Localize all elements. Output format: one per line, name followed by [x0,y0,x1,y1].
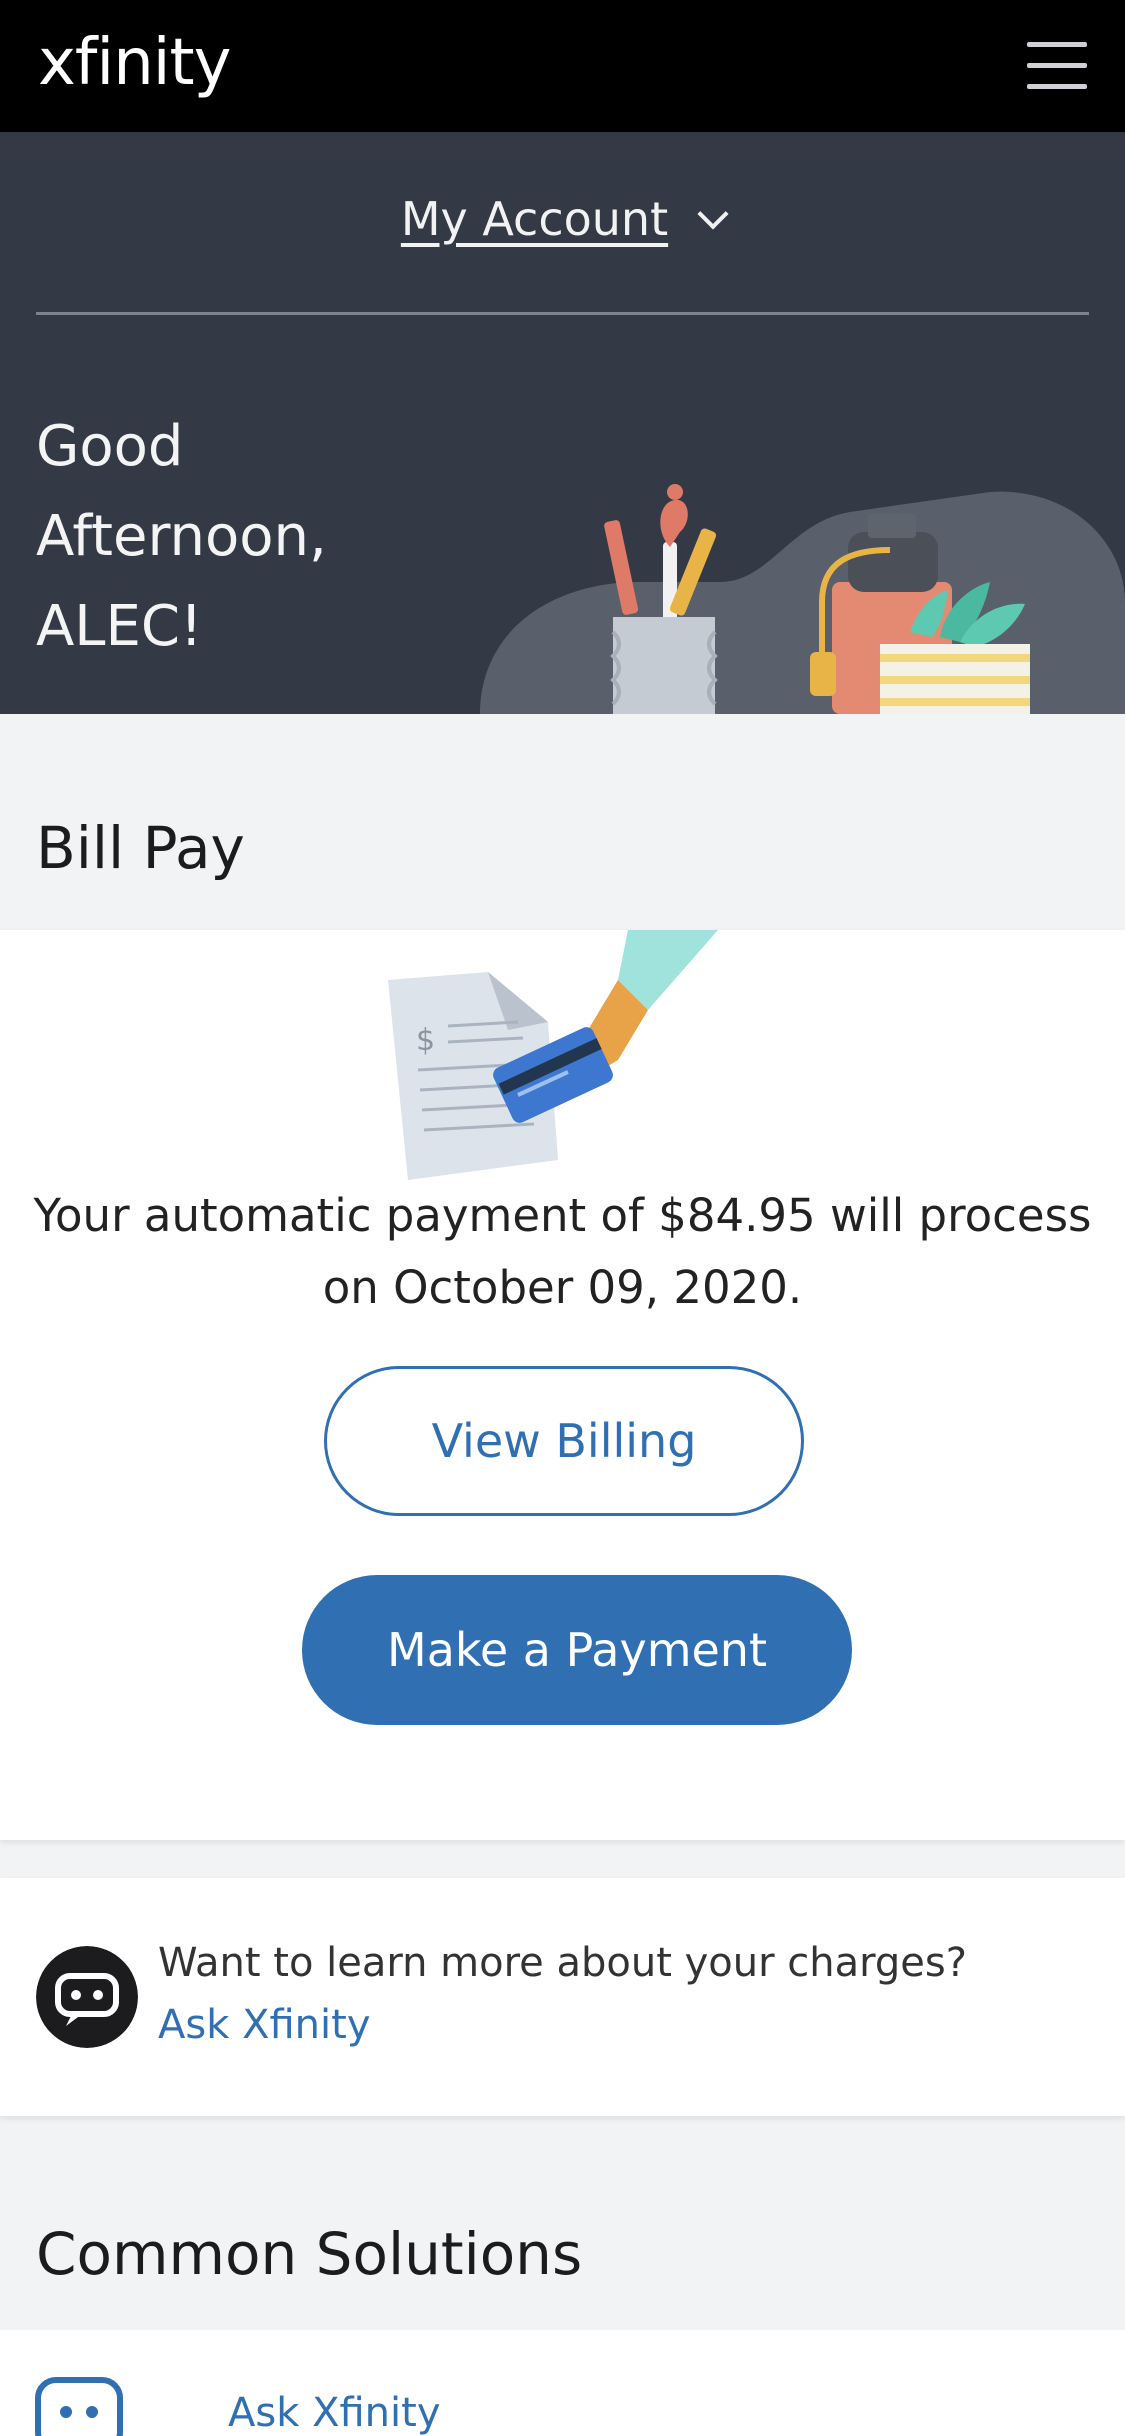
chat-bubble-icon [36,1946,138,2048]
dollar-sign-glyph: $ [416,1023,435,1058]
bill-pay-title: Bill Pay [36,814,245,882]
xfinity-logo[interactable]: xfinity [38,26,231,100]
charges-question: Want to learn more about your charges? [158,1940,967,1986]
chat-icon [35,2377,123,2436]
chevron-down-icon [697,198,729,230]
make-payment-button[interactable]: Make a Payment [302,1575,852,1725]
ask-xfinity-card: Want to learn more about your charges? A… [0,1878,1125,2116]
bill-pay-card: $ Your automatic payment of $84.95 will … [0,930,1125,1840]
common-solutions-list: Ask Xfinity [0,2330,1125,2436]
common-solutions-title: Common Solutions [36,2220,583,2288]
greeting-line-1: Good [36,414,184,479]
hamburger-menu-icon[interactable] [1027,42,1087,90]
payment-illustration: $ [388,930,718,1180]
greeting-hero: My Account Good Afternoon, ALEC! [0,132,1125,714]
my-account-dropdown[interactable]: My Account [0,192,1125,246]
view-billing-button[interactable]: View Billing [324,1366,804,1516]
solution-item-label[interactable]: Ask Xfinity [228,2390,441,2436]
greeting-line-2: Afternoon, [36,504,327,569]
greeting-line-3: ALEC! [36,594,203,659]
my-account-label: My Account [400,192,669,246]
hero-divider [36,312,1089,315]
greeting-text: Good Afternoon, ALEC! [36,402,327,672]
ask-xfinity-link[interactable]: Ask Xfinity [158,2002,371,2048]
top-nav-bar: xfinity [0,0,1125,132]
autopay-message: Your automatic payment of $84.95 will pr… [33,1189,1092,1314]
desk-illustration [480,484,1125,714]
